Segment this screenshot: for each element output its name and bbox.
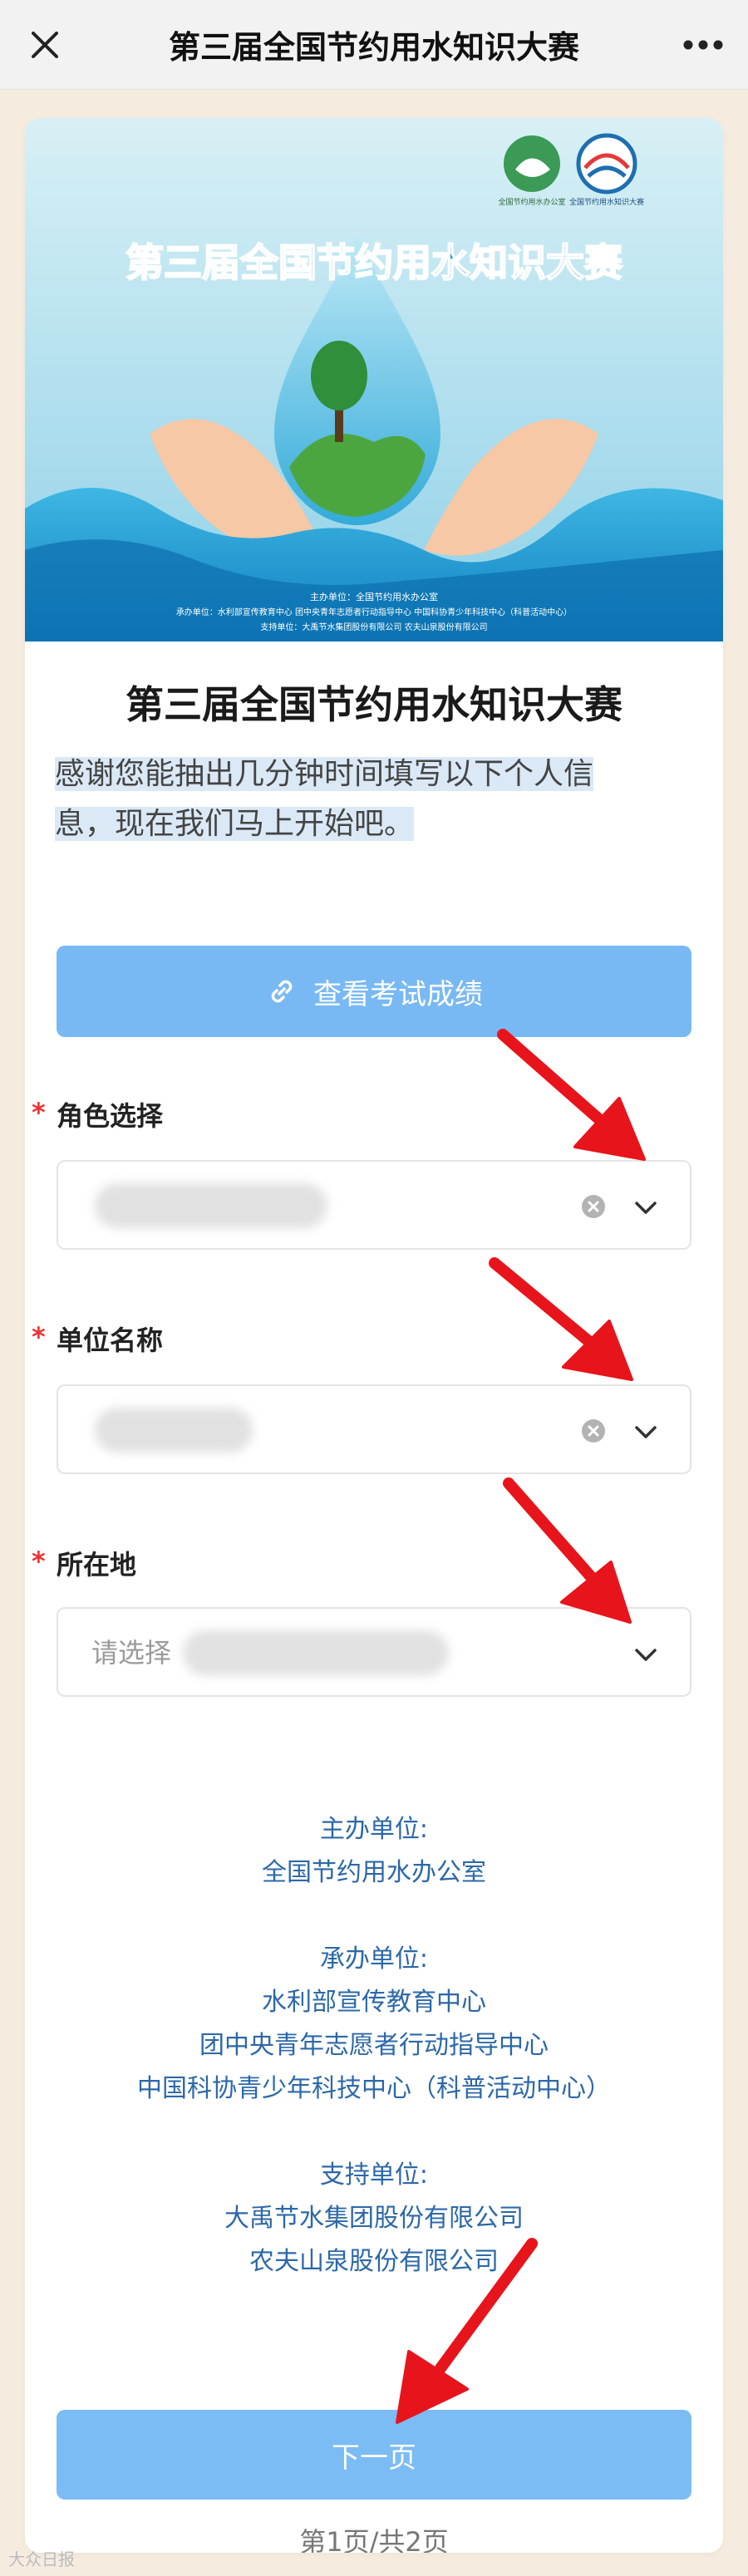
watermark: 大众日报 [8, 2549, 75, 2569]
annotation-arrows [396, 1029, 646, 2424]
